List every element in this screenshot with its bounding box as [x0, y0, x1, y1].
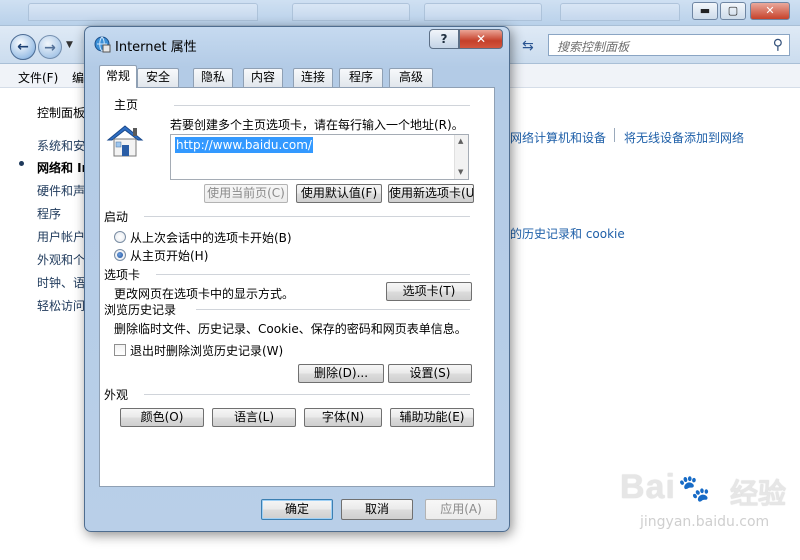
home-page-instructions: 若要创建多个主页选项卡，请在每行输入一个地址(R)。 [170, 118, 464, 132]
start-with-home-page-label[interactable]: 从主页开始(H) [130, 247, 208, 264]
internet-options-dialog: Internet 属性 ? ✕ 常规 安全 隐私 内容 连接 程序 高级 主页 … [84, 26, 510, 532]
taskbar-tab-3 [424, 3, 542, 21]
delete-history-on-exit-label[interactable]: 退出时删除浏览历史记录(W) [130, 342, 283, 359]
startup-section-label: 启动 [104, 210, 129, 224]
minimize-button[interactable]: ▬ [692, 2, 718, 20]
current-section-bullet [19, 161, 24, 166]
add-wireless-device-link[interactable]: 将无线设备添加到网络 [624, 129, 744, 146]
menu-file[interactable]: 文件(F) [18, 69, 58, 86]
use-default-button[interactable]: 使用默认值(F) [296, 184, 382, 203]
colors-button[interactable]: 颜色(O) [120, 408, 204, 427]
tab-programs[interactable]: 程序 [339, 68, 383, 87]
history-divider [196, 309, 470, 310]
arrow-right-icon: → [44, 40, 56, 56]
view-network-devices-link[interactable]: 网络计算机和设备 [510, 129, 606, 146]
close-dialog-button[interactable]: ✕ [459, 29, 503, 49]
tab-advanced[interactable]: 高级 [389, 68, 433, 87]
cancel-button[interactable]: 取消 [341, 499, 413, 520]
use-current-button[interactable]: 使用当前页(C) [204, 184, 288, 203]
ok-button[interactable]: 确定 [261, 499, 333, 520]
startup-divider [144, 216, 470, 217]
internet-options-icon [94, 36, 111, 53]
home-page-url-value: http://www.baidu.com/ [175, 137, 313, 153]
tab-security[interactable]: 安全 [137, 68, 179, 87]
delete-history-link[interactable]: 的历史记录和 cookie [510, 225, 625, 242]
tab-content[interactable]: 内容 [243, 68, 283, 87]
menu-edit[interactable]: 编 [72, 69, 84, 86]
delete-history-on-exit-checkbox[interactable] [114, 344, 126, 356]
sidebar-item-access[interactable]: 轻松访问 [37, 297, 85, 314]
start-with-home-page-radio[interactable] [114, 249, 126, 261]
maximize-button[interactable]: ▢ [720, 2, 746, 20]
home-page-section-label: 主页 [114, 98, 139, 112]
sidebar-item-clock[interactable]: 时钟、语 [37, 274, 85, 291]
refresh-icon[interactable]: ⇆ [522, 38, 534, 54]
general-tab-panel: 主页 若要创建多个主页选项卡，请在每行输入一个地址(R)。 http://www… [99, 87, 495, 487]
use-new-tab-button[interactable]: 使用新选项卡(U) [388, 184, 474, 203]
start-with-last-session-label[interactable]: 从上次会话中的选项卡开始(B) [130, 229, 292, 246]
sidebar-item-system[interactable]: 系统和安 [37, 137, 85, 154]
fonts-button[interactable]: 字体(N) [304, 408, 382, 427]
sidebar-item-users[interactable]: 用户帐户 [37, 228, 85, 245]
appearance-divider [144, 394, 470, 395]
tab-privacy[interactable]: 隐私 [193, 68, 233, 87]
help-button[interactable]: ? [429, 29, 459, 49]
tab-strip: 常规 安全 隐私 内容 连接 程序 高级 [99, 65, 499, 88]
languages-button[interactable]: 语言(L) [212, 408, 296, 427]
recent-pages-dropdown-icon[interactable]: ▼ [66, 40, 73, 50]
sidebar-item-programs[interactable]: 程序 [37, 205, 61, 222]
search-placeholder: 搜索控制面板 [557, 40, 630, 54]
tab-connections[interactable]: 连接 [293, 68, 333, 87]
start-with-last-session-radio[interactable] [114, 231, 126, 243]
dialog-title: Internet 属性 [115, 40, 197, 55]
tabs-description: 更改网页在选项卡中的显示方式。 [114, 287, 295, 301]
taskbar-tab-1 [28, 3, 258, 21]
home-icon [106, 125, 144, 157]
sidebar-home[interactable]: 控制面板 [37, 104, 85, 121]
tabs-section-label: 选项卡 [104, 268, 141, 282]
apply-button[interactable]: 应用(A) [425, 499, 497, 520]
accessibility-button[interactable]: 辅助功能(E) [390, 408, 474, 427]
sidebar-item-hardware[interactable]: 硬件和声 [37, 182, 85, 199]
back-button[interactable]: ← [10, 34, 36, 60]
home-page-url-textarea[interactable]: http://www.baidu.com/ ▲ ▼ [170, 134, 469, 180]
home-page-divider [174, 105, 470, 106]
delete-history-button[interactable]: 删除(D)... [298, 364, 384, 383]
taskbar-tab-4 [560, 3, 680, 21]
sidebar-item-appearance[interactable]: 外观和个 [37, 251, 85, 268]
sidebar-item-network[interactable]: 网络和 In [37, 159, 90, 176]
history-description: 删除临时文件、历史记录、Cookie、保存的密码和网页表单信息。 [114, 322, 467, 336]
close-window-button[interactable]: ✕ [750, 2, 790, 20]
url-scrollbar[interactable]: ▲ ▼ [454, 135, 468, 179]
search-input[interactable]: 搜索控制面板 ⚲ [548, 34, 790, 56]
link-separator [614, 128, 615, 142]
search-icon[interactable]: ⚲ [773, 37, 783, 53]
scroll-down-icon[interactable]: ▼ [458, 168, 463, 176]
history-settings-button[interactable]: 设置(S) [388, 364, 472, 383]
arrow-left-icon: ← [17, 39, 29, 55]
tabs-divider [156, 274, 470, 275]
tab-general[interactable]: 常规 [99, 65, 137, 88]
taskbar-tab-2 [292, 3, 410, 21]
tabs-settings-button[interactable]: 选项卡(T) [386, 282, 472, 301]
forward-button[interactable]: → [38, 35, 62, 59]
control-panel-titlebar: ▬ ▢ ✕ [0, 0, 800, 26]
scroll-up-icon[interactable]: ▲ [458, 137, 463, 145]
history-section-label: 浏览历史记录 [104, 303, 177, 317]
appearance-section-label: 外观 [104, 388, 129, 402]
